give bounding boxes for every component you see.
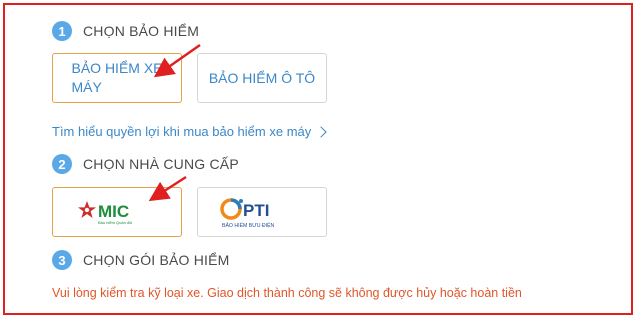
- annotation-arrows: [148, 43, 201, 202]
- arrow-to-motorbike-option: [153, 43, 201, 78]
- arrow-to-mic-provider: [148, 175, 187, 202]
